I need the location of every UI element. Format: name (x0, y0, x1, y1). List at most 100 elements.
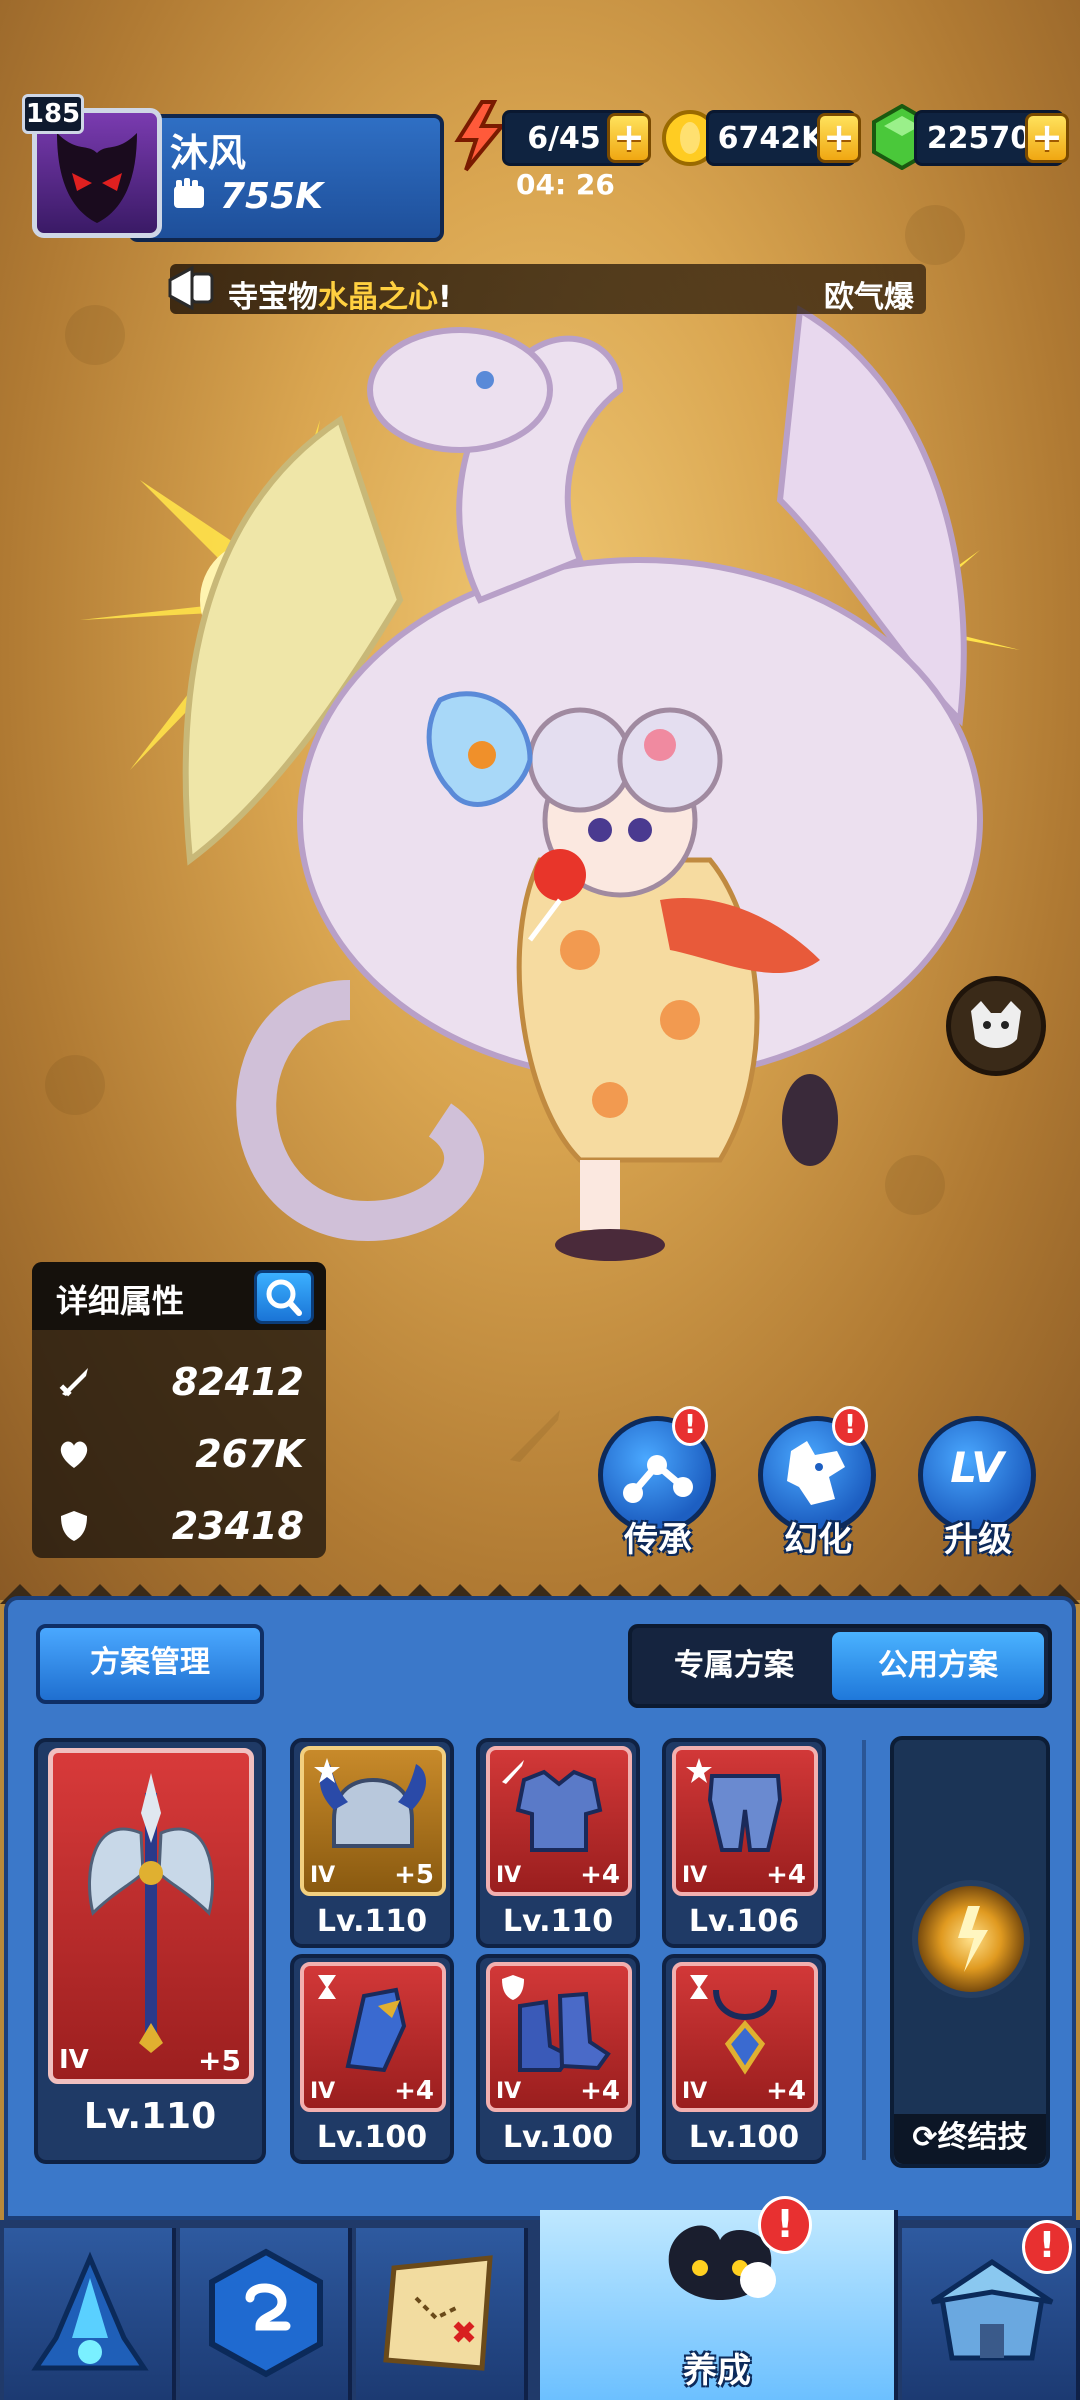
nav-label-cultivate: 养成 (683, 2351, 751, 2391)
hp-row: 267K (32, 1418, 326, 1490)
marquee-tag: 欧气爆 (824, 280, 914, 315)
boots-tier: IV (496, 2079, 522, 2104)
pants-art: IV +4 (672, 1746, 818, 1896)
armor-enhance: +4 (580, 1860, 620, 1890)
bottom-navigation: 养成 ! ! (0, 2196, 1080, 2400)
gold-counter: 6742K + (706, 110, 861, 166)
plan-tabs: 专属方案 公用方案 (628, 1624, 1052, 1708)
nav-item-cultivate[interactable]: 养成 ! (540, 2196, 898, 2400)
cultivate-alert-badge: ! (758, 2196, 812, 2254)
weapon-slot[interactable]: IV +5 Lv.110 (34, 1738, 266, 2164)
gauntlet-level: Lv.100 (316, 2120, 428, 2155)
necklace-art: IV +4 (672, 1962, 818, 2112)
necklace-enhance: +4 (766, 2076, 806, 2106)
helmet-tier: IV (310, 1863, 336, 1888)
equipment-panel: 方案管理 专属方案 公用方案 IV +5 Lv.110 IV +5 Lv.110… (4, 1596, 1076, 2220)
skin-switch-button[interactable] (946, 976, 1046, 1076)
weapon-art: IV +5 (48, 1748, 254, 2084)
crystal-castle-icon (31, 2251, 149, 2371)
add-gem-button[interactable]: + (1025, 113, 1069, 163)
transform-button[interactable]: 幻化 ! (754, 1406, 882, 1562)
player-name: 沐风 (170, 131, 247, 175)
tab-public-plan[interactable]: 公用方案 (832, 1632, 1044, 1700)
energy-counter: 6/45 + (502, 110, 651, 166)
necklace-tier: IV (682, 2079, 708, 2104)
attribute-detail-button[interactable] (254, 1270, 314, 1324)
hero-illustration[interactable] (20, 300, 1060, 1320)
attack-row: 82412 (32, 1346, 326, 1418)
player-profile[interactable]: 185 沐风 755K (22, 94, 444, 242)
add-gold-button[interactable]: + (817, 113, 861, 163)
broadcast-marquee[interactable]: 寺宝物水晶之心! 欧气爆 (168, 264, 926, 316)
ultimate-orb-icon (912, 1880, 1030, 1998)
base-alert-badge: ! (1022, 2220, 1072, 2274)
ultimate-skill-slot[interactable]: ⟳终结技 (890, 1736, 1050, 2168)
lightning-orb-icon (958, 1906, 988, 1972)
defense-row: 23418 (32, 1490, 326, 1562)
pants-enhance: +4 (766, 1860, 806, 1890)
marquee-highlight: 水晶之心 (318, 280, 438, 315)
equipment-divider (862, 1740, 866, 2160)
inherit-label: 传承 (624, 1520, 692, 1560)
shield-type-icon (502, 1975, 524, 2000)
ultimate-skill-text: 终结技 (937, 2120, 1028, 2155)
helmet-art: IV +5 (300, 1746, 446, 1896)
helmet-enhance: +5 (394, 1860, 434, 1890)
nav-item-map[interactable] (356, 2228, 528, 2400)
pants-tier: IV (682, 1863, 708, 1888)
level-up-icon: LV (950, 1443, 1004, 1492)
boots-slot[interactable]: IV +4 Lv.100 (476, 1954, 640, 2164)
gem-counter: 22570 + (914, 110, 1069, 166)
shield-icon (61, 1511, 87, 1541)
gauntlet-art: IV +4 (300, 1962, 446, 2112)
gauntlet-tier: IV (310, 2079, 336, 2104)
armor-slot[interactable]: IV +4 Lv.110 (476, 1738, 640, 1948)
fist-icon (174, 178, 204, 208)
necklace-slot[interactable]: IV +4 Lv.100 (662, 1954, 826, 2164)
transform-label: 幻化 (784, 1520, 852, 1560)
weapon-level: Lv.110 (83, 2096, 217, 2137)
inherit-button[interactable]: 传承 ! (594, 1406, 722, 1562)
weapon-enhance: +5 (198, 2044, 241, 2077)
sword-type-icon (502, 1760, 524, 1784)
weapon-tier: IV (59, 2045, 89, 2075)
gauntlet-enhance: +4 (394, 2076, 434, 2106)
marquee-suffix: ! (438, 280, 452, 315)
marquee-prefix: 寺宝物 (228, 280, 318, 315)
pet-head-icon (971, 1001, 1021, 1048)
hexagon-rune-icon (209, 2248, 323, 2378)
sword-bg-icon (510, 1410, 560, 1462)
marquee-text: 寺宝物水晶之心! (228, 272, 452, 316)
battle-axe-icon (87, 1773, 215, 2053)
treasure-map-icon (383, 2255, 493, 2371)
player-level-badge: 185 (22, 94, 84, 134)
pants-slot[interactable]: IV +4 Lv.106 (662, 1738, 826, 1948)
helmet-level: Lv.110 (316, 1904, 428, 1939)
attack-value: 82412 (171, 1360, 304, 1404)
tab-exclusive-plan[interactable]: 专属方案 (636, 1632, 832, 1700)
gauntlet-slot[interactable]: IV +4 Lv.100 (290, 1954, 454, 2164)
pants-level: Lv.106 (688, 1904, 800, 1939)
level-up-button[interactable]: LV 升级 (914, 1412, 1042, 1562)
armor-tier: IV (496, 1863, 522, 1888)
level-up-label: 升级 (944, 1520, 1012, 1560)
burst-type-icon (686, 1758, 712, 1783)
nav-item-base[interactable]: ! (902, 2220, 1080, 2400)
megaphone-icon (168, 265, 214, 311)
skull-bg-icon (905, 205, 965, 265)
armor-level: Lv.110 (502, 1904, 614, 1939)
nav-item-rune[interactable] (180, 2228, 352, 2400)
helmet-slot[interactable]: IV +5 Lv.110 (290, 1738, 454, 1948)
heart-icon (60, 1441, 88, 1468)
sword-icon (59, 1368, 88, 1397)
add-energy-button[interactable]: + (607, 113, 651, 163)
energy-timer: 04: 26 (516, 168, 615, 201)
nav-item-arena[interactable] (4, 2228, 176, 2400)
ultimate-skill-label: ⟳终结技 (894, 2114, 1046, 2164)
combat-power-value: 755K (220, 176, 324, 217)
defense-value: 23418 (171, 1504, 304, 1548)
plan-manage-button[interactable]: 方案管理 (36, 1624, 264, 1704)
swap-icon: ⟳ (912, 2120, 938, 2155)
armor-art: IV +4 (486, 1746, 632, 1896)
boots-enhance: +4 (580, 2076, 620, 2106)
